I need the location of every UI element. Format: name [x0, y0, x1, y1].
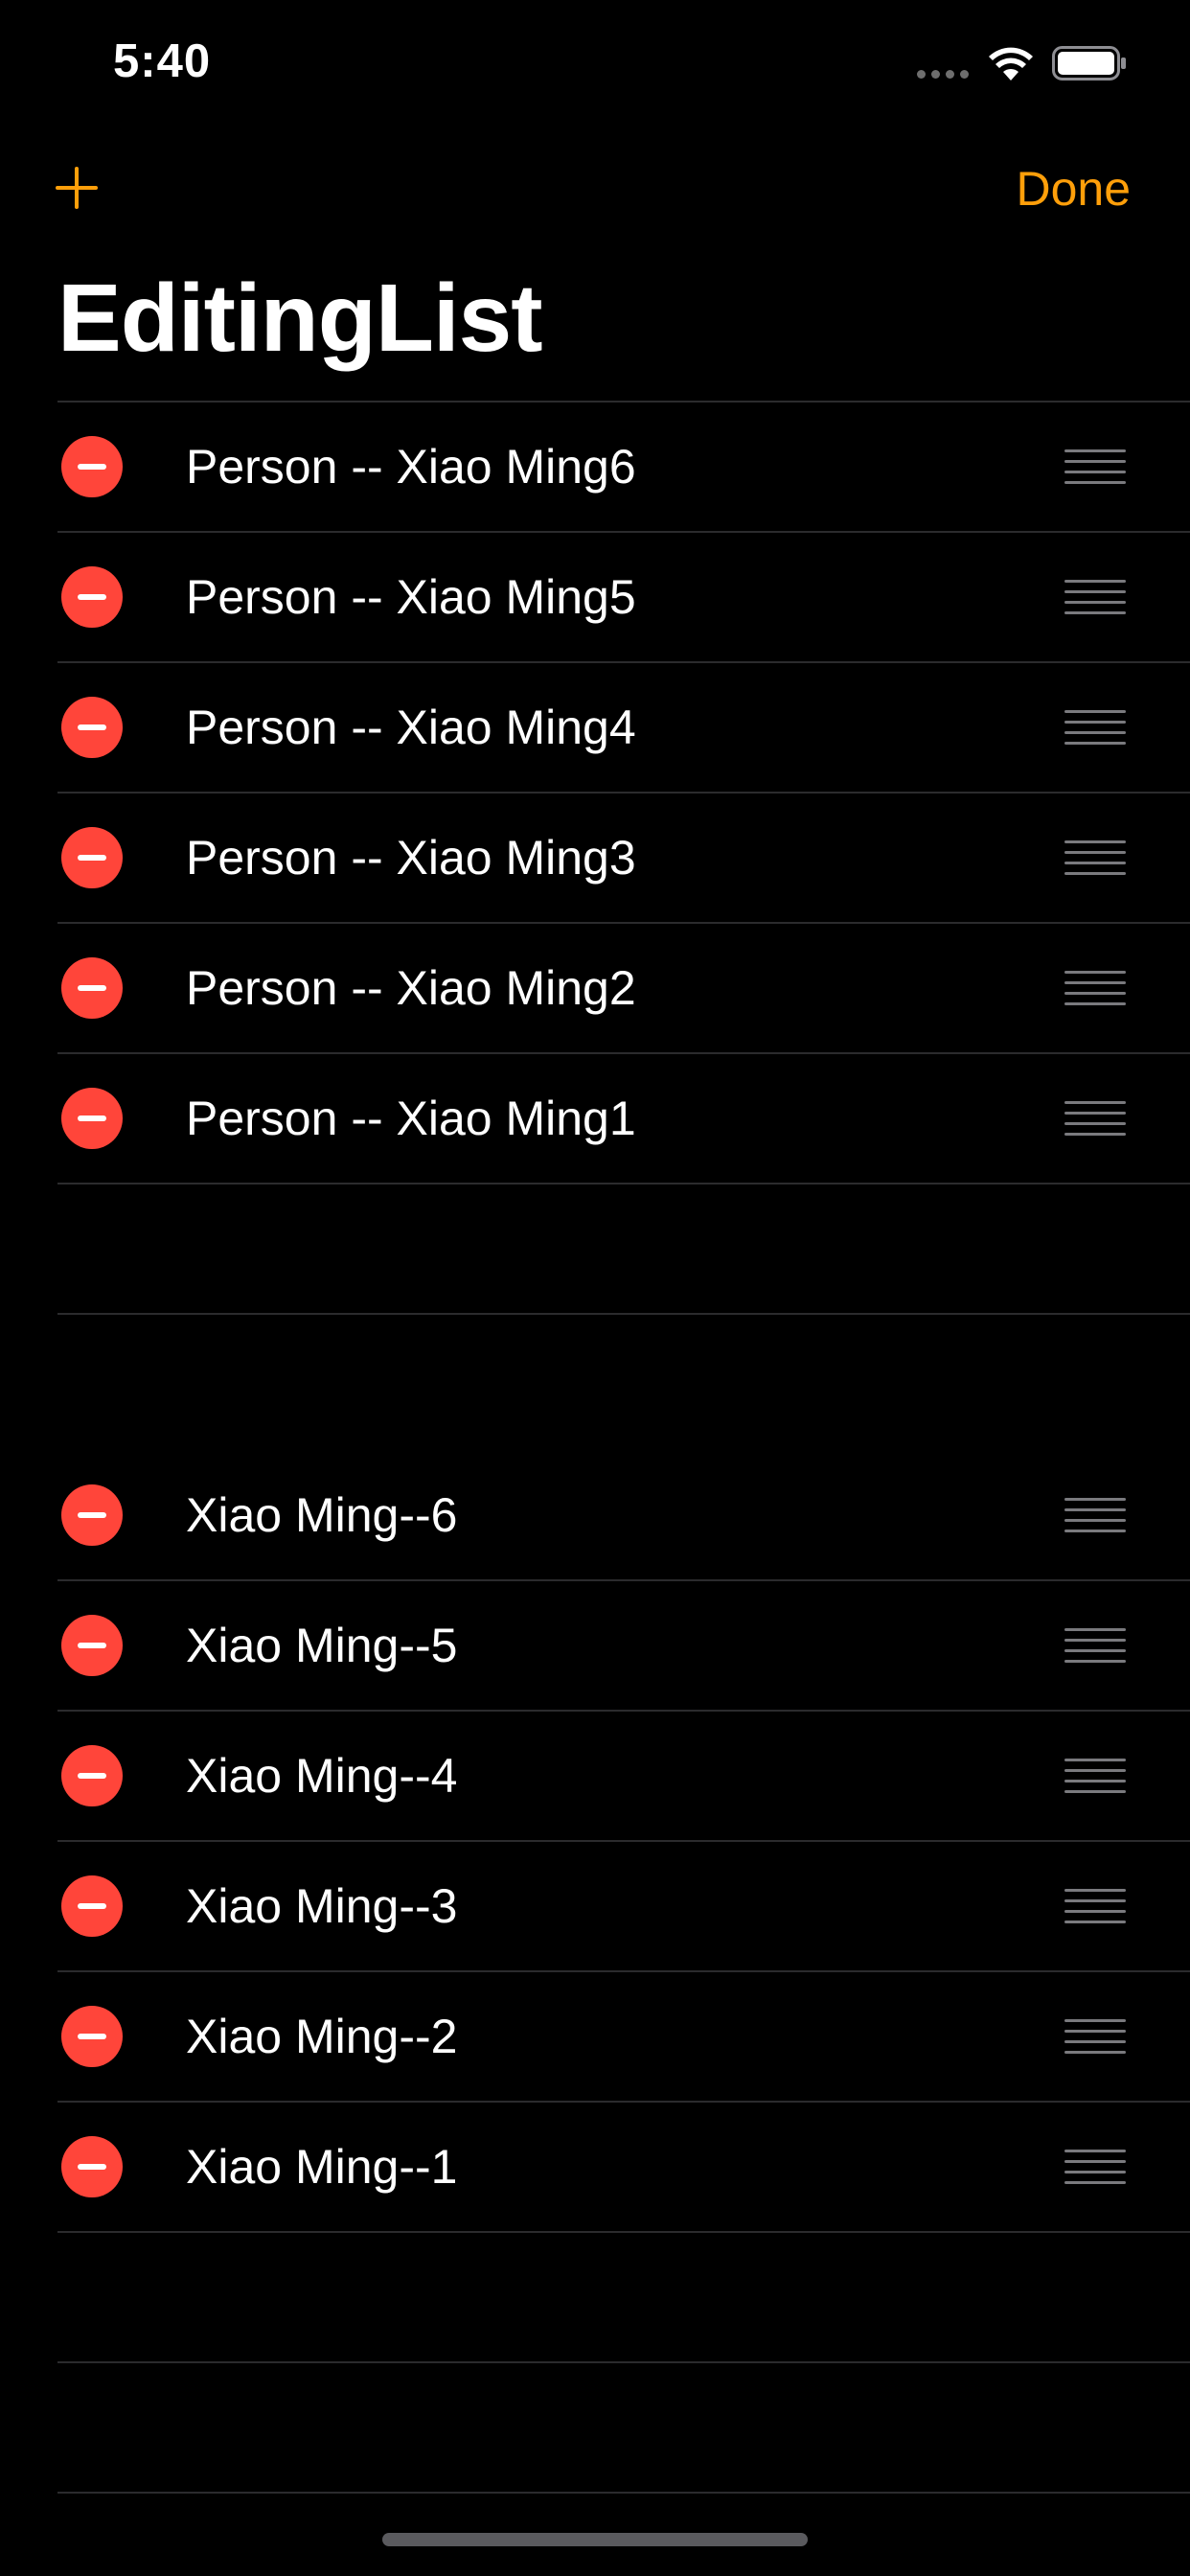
- list-item-label: Person -- Xiao Ming3: [186, 831, 636, 885]
- list-item-label: Person -- Xiao Ming6: [186, 440, 636, 494]
- list-item-label: Xiao Ming--1: [186, 2140, 458, 2194]
- add-button[interactable]: [54, 165, 100, 211]
- list-item[interactable]: Xiao Ming--6: [57, 1451, 1190, 1581]
- battery-icon: [1052, 46, 1126, 80]
- home-indicator[interactable]: [382, 2533, 808, 2546]
- reorder-handle-icon[interactable]: [1064, 1628, 1126, 1663]
- empty-row: [57, 1184, 1190, 1315]
- page-title: EditingList: [57, 264, 543, 372]
- list-item-label: Xiao Ming--3: [186, 1879, 458, 1933]
- reorder-handle-icon[interactable]: [1064, 840, 1126, 875]
- list-item[interactable]: Person -- Xiao Ming3: [57, 794, 1190, 924]
- delete-button[interactable]: [61, 697, 123, 758]
- reorder-handle-icon[interactable]: [1064, 710, 1126, 745]
- delete-button[interactable]: [61, 2136, 123, 2197]
- list-section-2: Xiao Ming--6 Xiao Ming--5 Xiao Ming--4 X…: [0, 1451, 1190, 2494]
- reorder-handle-icon[interactable]: [1064, 2150, 1126, 2184]
- list-item-label: Xiao Ming--2: [186, 2010, 458, 2063]
- list-item-label: Xiao Ming--4: [186, 1749, 458, 1803]
- list-item[interactable]: Xiao Ming--5: [57, 1581, 1190, 1712]
- list-item[interactable]: Person -- Xiao Ming5: [57, 533, 1190, 663]
- reorder-handle-icon[interactable]: [1064, 1759, 1126, 1793]
- delete-button[interactable]: [61, 827, 123, 888]
- reorder-handle-icon[interactable]: [1064, 1101, 1126, 1136]
- reorder-handle-icon[interactable]: [1064, 580, 1126, 614]
- list-item[interactable]: Person -- Xiao Ming4: [57, 663, 1190, 794]
- list-section-1: Person -- Xiao Ming6 Person -- Xiao Ming…: [0, 401, 1190, 1315]
- empty-row: [57, 2363, 1190, 2494]
- list-item[interactable]: Xiao Ming--1: [57, 2103, 1190, 2233]
- reorder-handle-icon[interactable]: [1064, 449, 1126, 484]
- list-item-label: Person -- Xiao Ming4: [186, 701, 636, 754]
- list-item[interactable]: Person -- Xiao Ming1: [57, 1054, 1190, 1184]
- delete-button[interactable]: [61, 436, 123, 497]
- delete-button[interactable]: [61, 1088, 123, 1149]
- delete-button[interactable]: [61, 566, 123, 628]
- reorder-handle-icon[interactable]: [1064, 1498, 1126, 1532]
- reorder-handle-icon[interactable]: [1064, 1889, 1126, 1923]
- list-item-label: Xiao Ming--6: [186, 1488, 458, 1542]
- delete-button[interactable]: [61, 1484, 123, 1546]
- wifi-icon: [989, 47, 1033, 80]
- delete-button[interactable]: [61, 957, 123, 1019]
- reorder-handle-icon[interactable]: [1064, 971, 1126, 1005]
- reorder-handle-icon[interactable]: [1064, 2019, 1126, 2054]
- list-item-label: Person -- Xiao Ming1: [186, 1092, 636, 1145]
- list-item-label: Person -- Xiao Ming2: [186, 961, 636, 1015]
- list-item-label: Xiao Ming--5: [186, 1619, 458, 1672]
- delete-button[interactable]: [61, 1615, 123, 1676]
- status-time: 5:40: [113, 35, 212, 87]
- list-item[interactable]: Xiao Ming--2: [57, 1972, 1190, 2103]
- list-item[interactable]: Person -- Xiao Ming6: [57, 402, 1190, 533]
- list-item[interactable]: Xiao Ming--4: [57, 1712, 1190, 1842]
- delete-button[interactable]: [61, 2006, 123, 2067]
- delete-button[interactable]: [61, 1745, 123, 1806]
- cellular-signal-icon: [917, 70, 969, 79]
- empty-row: [57, 2233, 1190, 2363]
- status-bar: 5:40: [0, 0, 1190, 130]
- delete-button[interactable]: [61, 1875, 123, 1937]
- list-item-label: Person -- Xiao Ming5: [186, 570, 636, 624]
- list-item[interactable]: Xiao Ming--3: [57, 1842, 1190, 1972]
- list-item[interactable]: Person -- Xiao Ming2: [57, 924, 1190, 1054]
- done-button[interactable]: Done: [1016, 161, 1131, 217]
